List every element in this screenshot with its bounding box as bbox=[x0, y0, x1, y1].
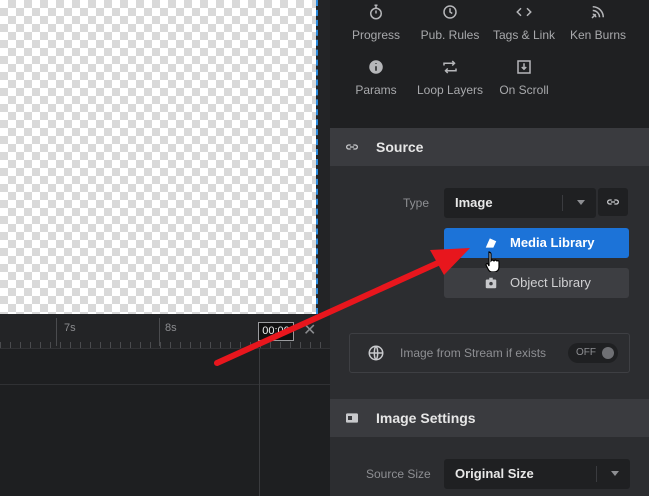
toolbar-item-label: Loop Layers bbox=[416, 83, 484, 97]
toolbar-item-label: On Scroll bbox=[499, 83, 549, 97]
object-library-label: Object Library bbox=[510, 275, 591, 290]
ruler-tick bbox=[56, 318, 57, 346]
info-icon bbox=[339, 58, 413, 78]
source-size-label: Source Size bbox=[366, 467, 431, 481]
media-library-icon bbox=[485, 238, 497, 248]
toolbar-item-pub-rules[interactable]: Pub. Rules bbox=[413, 3, 487, 42]
toolbar-item-ken-burns[interactable]: Ken Burns bbox=[561, 3, 635, 42]
type-select-value: Image bbox=[455, 195, 493, 210]
ruler-tick-label-8s: 8s bbox=[165, 322, 177, 334]
toolbar-item-progress[interactable]: Progress bbox=[339, 3, 413, 42]
loop-icon bbox=[413, 58, 487, 78]
type-select[interactable]: Image bbox=[444, 188, 596, 218]
source-link-button[interactable] bbox=[598, 188, 628, 216]
toolbar-item-label: Ken Burns bbox=[569, 28, 627, 42]
toggle-knob bbox=[602, 347, 614, 359]
track-divider bbox=[0, 384, 330, 385]
object-library-button[interactable]: Object Library bbox=[444, 268, 629, 298]
timeline: 7s 8s 00:00 ✕ bbox=[0, 314, 330, 496]
toolbar-item-on-scroll[interactable]: On Scroll bbox=[487, 58, 561, 97]
playhead[interactable] bbox=[259, 348, 260, 496]
image-from-stream-option: Image from Stream if exists OFF bbox=[349, 333, 630, 373]
source-size-value: Original Size bbox=[455, 466, 534, 481]
ruler-tick-label-7s: 7s bbox=[64, 322, 76, 334]
source-size-select[interactable]: Original Size bbox=[444, 459, 630, 489]
link-icon bbox=[346, 144, 358, 150]
toolbar-item-params[interactable]: Params bbox=[339, 58, 413, 97]
section-title: Source bbox=[376, 139, 424, 155]
toolbar-item-label: Params bbox=[355, 83, 397, 97]
stream-toggle[interactable]: OFF bbox=[568, 343, 618, 363]
toolbar-item-label: Progress bbox=[351, 28, 401, 42]
section-header-source[interactable]: Source bbox=[330, 128, 649, 166]
toolbar-item-loop-layers[interactable]: Loop Layers bbox=[413, 58, 487, 97]
media-library-label: Media Library bbox=[510, 235, 595, 250]
slide-canvas[interactable] bbox=[0, 0, 316, 314]
hand-cursor-icon bbox=[485, 251, 500, 272]
stopwatch-icon bbox=[339, 3, 413, 23]
layer-settings-panel: Progress Pub. Rules Tags & Link Ken Burn… bbox=[330, 0, 649, 496]
object-library-icon bbox=[485, 277, 497, 289]
section-title: Image Settings bbox=[376, 410, 476, 426]
toolbar-item-tags-link[interactable]: Tags & Link bbox=[487, 3, 561, 42]
ruler-tick bbox=[159, 318, 160, 346]
select-divider bbox=[562, 195, 563, 211]
toolbar: Progress Pub. Rules Tags & Link Ken Burn… bbox=[330, 0, 649, 128]
timeline-time-input[interactable]: 00:00 bbox=[258, 322, 294, 341]
scroll-icon bbox=[487, 58, 561, 78]
toggle-state: OFF bbox=[576, 347, 596, 358]
chevron-down-icon bbox=[611, 471, 619, 476]
section-header-image-settings[interactable]: Image Settings bbox=[330, 399, 649, 437]
link-icon bbox=[607, 199, 619, 205]
canvas-guide-line bbox=[316, 0, 318, 314]
clock-icon bbox=[413, 3, 487, 23]
ken-burns-icon bbox=[561, 3, 635, 23]
stream-label: Image from Stream if exists bbox=[400, 346, 547, 360]
close-icon[interactable]: ✕ bbox=[303, 320, 316, 340]
track-divider bbox=[0, 348, 330, 349]
toolbar-item-label: Tags & Link bbox=[492, 28, 556, 42]
chevron-down-icon bbox=[577, 200, 585, 205]
toolbar-item-label: Pub. Rules bbox=[420, 28, 480, 42]
image-settings-icon bbox=[346, 413, 358, 423]
type-label: Type bbox=[403, 196, 430, 210]
media-library-button[interactable]: Media Library bbox=[444, 228, 629, 258]
editor-area: 7s 8s 00:00 ✕ bbox=[0, 0, 330, 496]
select-divider bbox=[596, 466, 597, 482]
globe-icon bbox=[368, 345, 384, 361]
code-icon bbox=[487, 3, 561, 23]
